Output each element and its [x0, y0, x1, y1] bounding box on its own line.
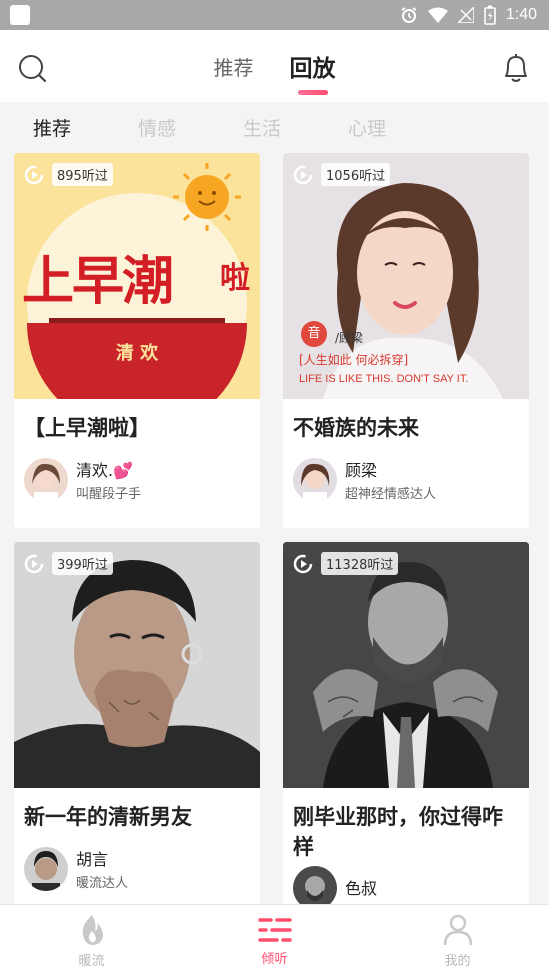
avatar — [24, 457, 68, 502]
program-title: 新一年的清新男友 — [24, 805, 192, 829]
program-title: 刚毕业那时，你过得咋样 — [293, 805, 503, 859]
status-time: 1:40 — [505, 6, 537, 23]
author-desc: 暖流达人 — [76, 876, 129, 891]
category-psychology[interactable]: 心理 — [348, 114, 453, 141]
nav-label: 倾听 — [261, 951, 288, 967]
listen-badge: 11328听过 — [293, 552, 399, 575]
cover-image: 399听过 — [14, 542, 260, 788]
cover-host: 清 欢 — [115, 343, 159, 364]
listen-count: 11328听过 — [321, 552, 399, 575]
program-title: 【上早潮啦】 — [24, 416, 150, 440]
listen-count: 399听过 — [52, 552, 113, 575]
replay-icon — [24, 165, 44, 184]
author-desc: 超神经情感达人 — [345, 487, 437, 502]
tab-replay[interactable]: 回放 — [290, 49, 336, 95]
cover-image: 音 /顾梁 [人生如此 何必拆穿] LIFE IS LIKE THIS. DON… — [283, 153, 529, 399]
flame-icon — [82, 914, 103, 945]
category-emotion[interactable]: 情感 — [138, 114, 243, 141]
bell-icon — [505, 54, 527, 82]
category-recommend[interactable]: 推荐 — [33, 114, 138, 141]
header-tabs: 推荐 回放 — [0, 30, 549, 102]
cover-title-main: 上早潮 — [22, 252, 174, 312]
category-life[interactable]: 生活 — [243, 114, 348, 141]
brand-logo: 音 — [301, 321, 327, 347]
signal-icon — [457, 7, 474, 23]
program-card[interactable]: 11328听过 刚毕业那时，你过得咋样 色叔 — [283, 542, 529, 914]
nav-label: 暖流 — [78, 953, 105, 969]
nav-profile[interactable]: 我的 — [366, 905, 549, 976]
listen-count: 895听过 — [52, 163, 113, 186]
cover-tag: /顾梁 — [335, 331, 364, 345]
bottom-nav: 暖流 倾听 我的 — [0, 904, 549, 976]
notification-button[interactable] — [501, 52, 531, 88]
nav-warm-flow[interactable]: 暖流 — [0, 905, 183, 976]
tab-recommend[interactable]: 推荐 — [214, 52, 254, 81]
avatar — [24, 846, 68, 891]
replay-icon — [293, 554, 313, 573]
cover-english: LIFE IS LIKE THIS. DON'T SAY IT. — [299, 373, 469, 385]
author-row[interactable]: 顾梁 超神经情感达人 — [283, 457, 529, 502]
program-card[interactable]: 上早潮 啦 清 欢 895听过 【上早潮啦】 清欢.💕 叫醒段子手 — [14, 153, 260, 528]
nav-listen[interactable]: 倾听 — [183, 905, 366, 976]
cover-title-suffix: 啦 — [220, 261, 250, 296]
top-header: 推荐 回放 — [0, 30, 549, 102]
program-title: 不婚族的未来 — [293, 416, 419, 440]
profile-icon — [443, 914, 472, 945]
alarm-icon — [401, 7, 417, 23]
cover-quote: [人生如此 何必拆穿] — [299, 353, 409, 367]
program-card[interactable]: 399听过 新一年的清新男友 胡言 暖流达人 — [14, 542, 260, 914]
cover-image: 11328听过 — [283, 542, 529, 788]
replay-icon — [24, 554, 44, 573]
wifi-icon — [427, 7, 448, 23]
replay-icon — [293, 165, 313, 184]
author-name: 胡言 — [76, 850, 109, 869]
cover-illustration — [283, 542, 529, 788]
category-tabs: 推荐 情感 生活 心理 — [0, 102, 549, 152]
author-row[interactable]: 胡言 暖流达人 — [14, 846, 260, 891]
author-name: 色叔 — [345, 879, 378, 898]
author-row[interactable]: 清欢.💕 叫醒段子手 — [14, 457, 260, 502]
cover-image: 上早潮 啦 清 欢 895听过 — [14, 153, 260, 399]
program-card[interactable]: 音 /顾梁 [人生如此 何必拆穿] LIFE IS LIKE THIS. DON… — [283, 153, 529, 528]
listen-badge: 399听过 — [24, 552, 113, 575]
notification-app-icon — [10, 5, 30, 25]
nav-label: 我的 — [444, 953, 471, 969]
listen-badge: 895听过 — [24, 163, 113, 186]
status-bar: 1:40 — [0, 0, 549, 30]
avatar — [293, 457, 337, 502]
listen-icon — [257, 917, 292, 942]
author-desc: 叫醒段子手 — [76, 487, 142, 502]
hearts-icon: 💕 — [113, 461, 134, 480]
cover-illustration — [14, 542, 260, 788]
listen-badge: 1056听过 — [293, 163, 391, 186]
battery-icon — [484, 5, 496, 25]
author-name: 清欢.💕 — [76, 461, 134, 480]
author-name: 顾梁 — [345, 461, 378, 480]
listen-count: 1056听过 — [321, 163, 391, 186]
